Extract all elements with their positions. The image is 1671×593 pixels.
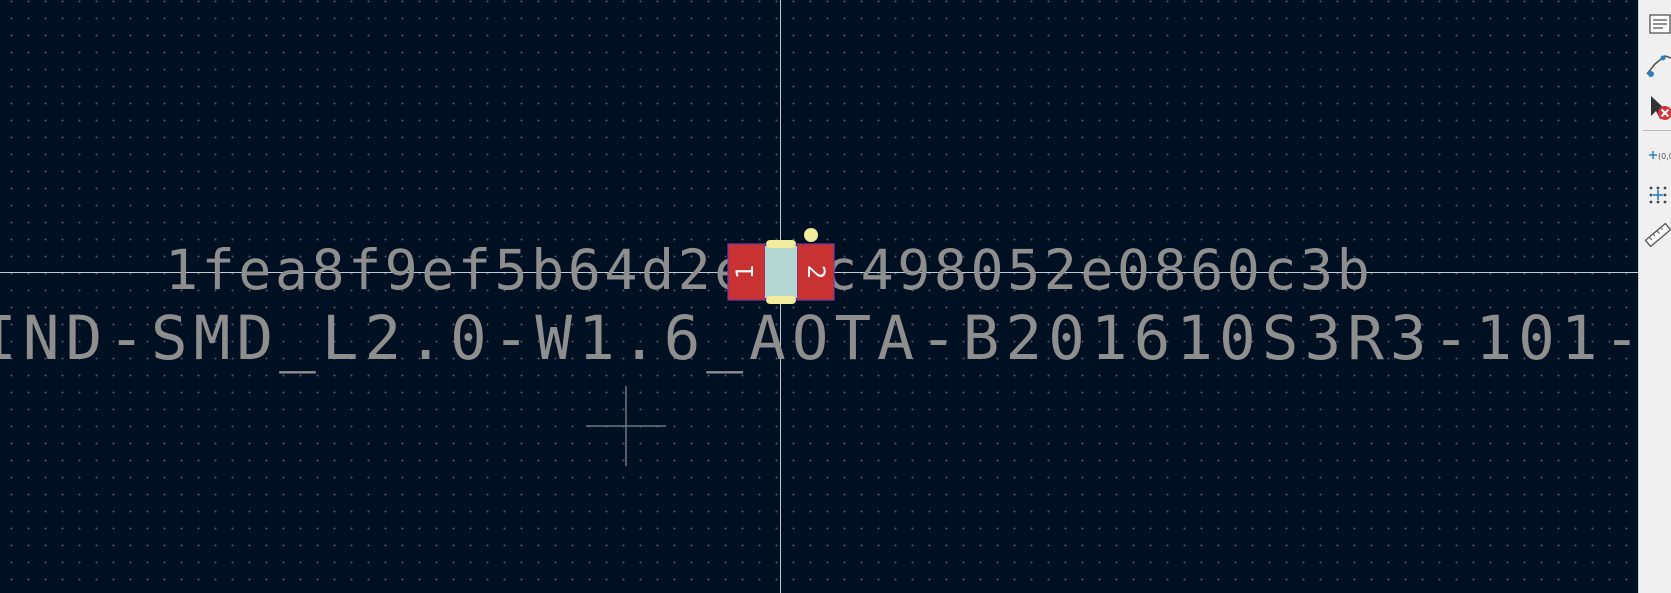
- grid-origin-icon[interactable]: (0,0): [1641, 140, 1671, 170]
- svg-text:(0,0): (0,0): [1658, 152, 1671, 161]
- layers-manager-icon[interactable]: [1641, 10, 1671, 40]
- grid-settings-icon[interactable]: [1641, 180, 1671, 210]
- measure-ruler-icon[interactable]: [1641, 220, 1671, 250]
- silk-bottom: [766, 296, 796, 304]
- pin-marker: [804, 228, 818, 242]
- pcb-canvas[interactable]: 1fea8f9ef5b64d2ec5c498052e0860c3b IND-SM…: [0, 0, 1638, 593]
- pad-2-number: 2: [802, 265, 830, 279]
- footprint-reference-text[interactable]: IND-SMD_L2.0-W1.6_AOTA-B201610S3R3-101-T: [0, 303, 1638, 374]
- route-track-icon[interactable]: [1641, 50, 1671, 80]
- toolbar-separator: [1643, 130, 1671, 131]
- footprint-inductor[interactable]: 1 2: [725, 228, 837, 304]
- component-body: [765, 246, 797, 298]
- silk-top: [766, 240, 796, 248]
- right-toolbar: (0,0): [1638, 0, 1671, 593]
- text-anchor-cross: [586, 386, 666, 466]
- select-cancel-icon[interactable]: [1641, 92, 1671, 122]
- pad-1-number: 1: [731, 265, 759, 279]
